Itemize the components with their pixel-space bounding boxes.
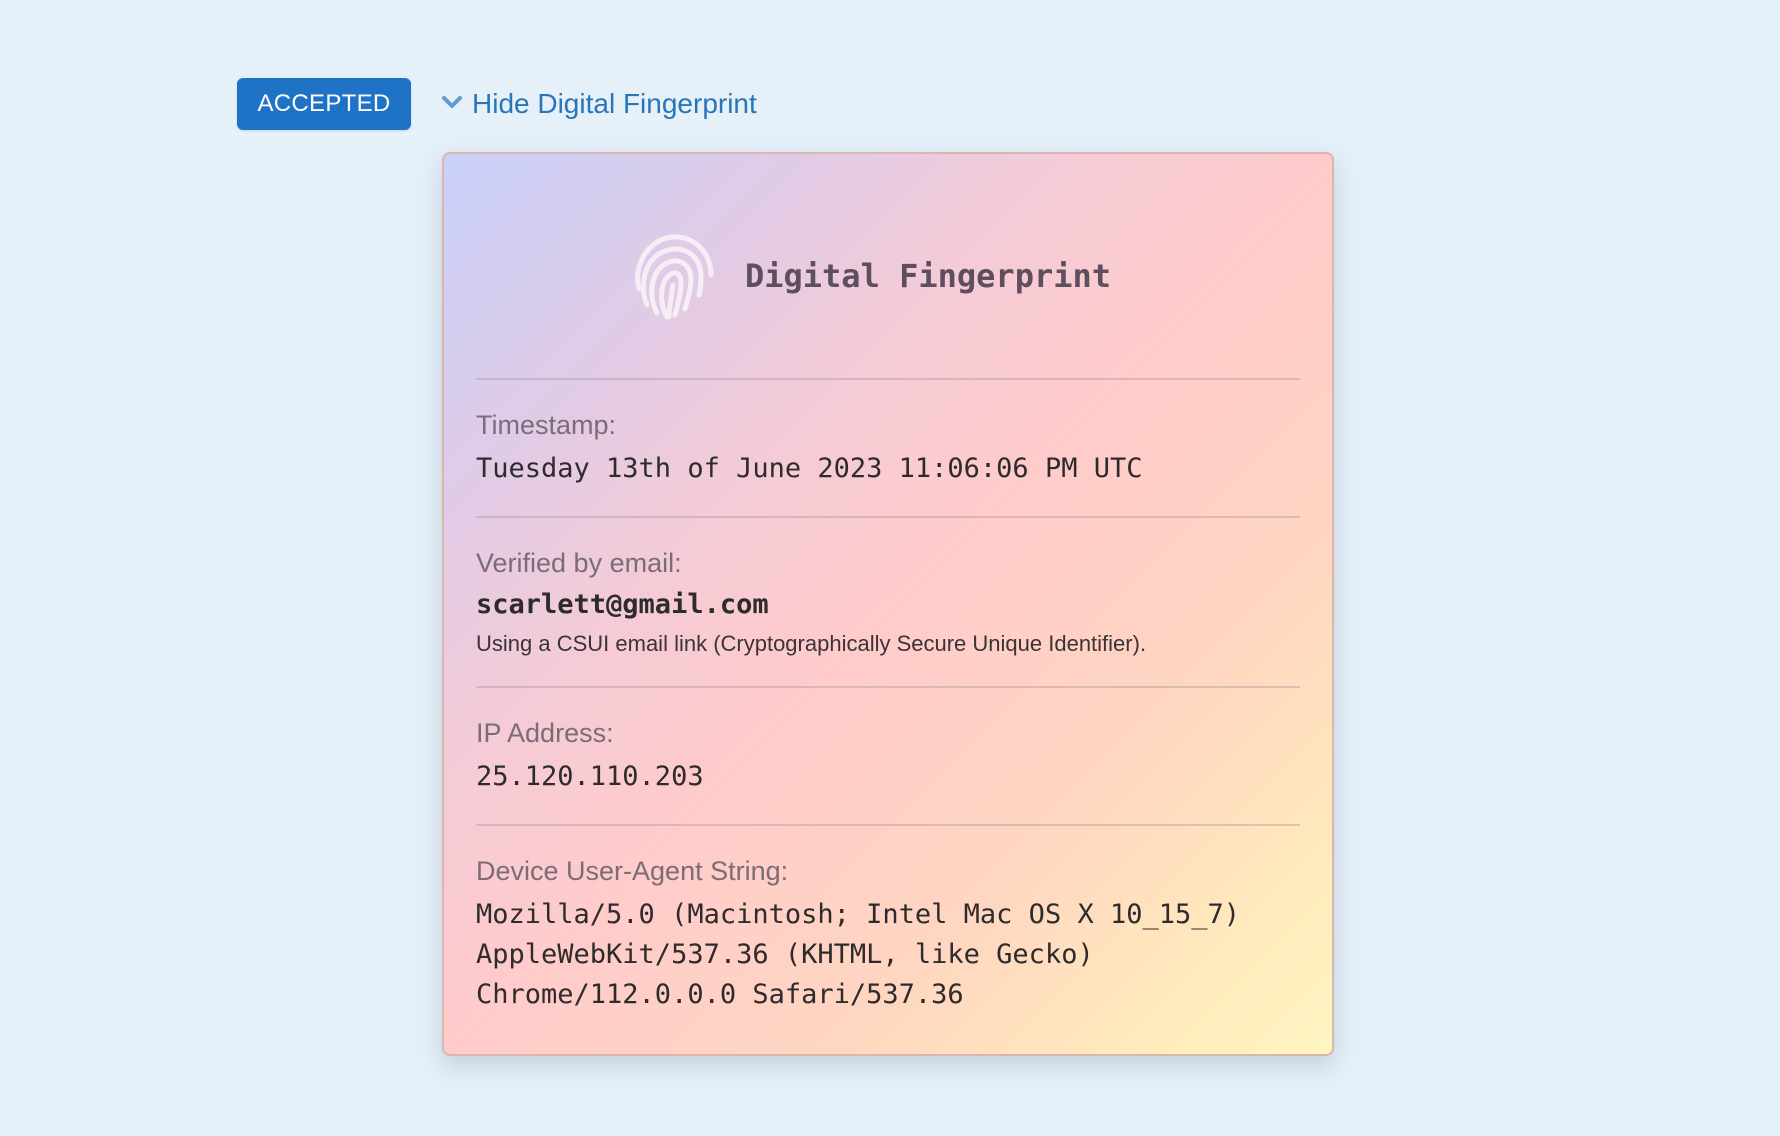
email-note: Using a CSUI email link (Cryptographical…	[476, 631, 1147, 656]
user-agent-label: Device User-Agent String:	[476, 856, 789, 886]
user-agent-line: AppleWebKit/537.36 (KHTML, like Gecko)	[476, 939, 1094, 970]
digital-fingerprint-card: Digital Fingerprint Timestamp: Tuesday 1…	[442, 152, 1334, 1056]
timestamp-section: Timestamp: Tuesday 13th of June 2023 11:…	[476, 378, 1300, 489]
email-value: scarlett@gmail.com	[476, 589, 769, 620]
user-agent-line: Mozilla/5.0 (Macintosh; Intel Mac OS X 1…	[476, 899, 1241, 930]
ip-label: IP Address:	[476, 718, 614, 748]
card-title: Digital Fingerprint	[744, 257, 1112, 295]
accepted-badge: ACCEPTED	[237, 78, 411, 130]
status-row: ACCEPTED Hide Digital Fingerprint	[237, 78, 757, 130]
ip-value: 25.120.110.203	[476, 761, 704, 792]
user-agent-line: Chrome/112.0.0.0 Safari/537.36	[476, 979, 964, 1010]
chevron-down-icon	[442, 96, 462, 108]
hide-fingerprint-toggle[interactable]: Hide Digital Fingerprint	[441, 88, 757, 120]
email-section: Verified by email: scarlett@gmail.com Us…	[476, 516, 1300, 657]
card-header: Digital Fingerprint	[444, 226, 1332, 326]
timestamp-label: Timestamp:	[476, 410, 617, 440]
toggle-label: Hide Digital Fingerprint	[472, 88, 757, 119]
fingerprint-icon	[635, 234, 714, 320]
ip-section: IP Address: 25.120.110.203	[476, 686, 1300, 797]
email-label: Verified by email:	[476, 548, 682, 578]
timestamp-value: Tuesday 13th of June 2023 11:06:06 PM UT…	[476, 453, 1143, 484]
user-agent-section: Device User-Agent String: Mozilla/5.0 (M…	[476, 824, 1300, 1015]
